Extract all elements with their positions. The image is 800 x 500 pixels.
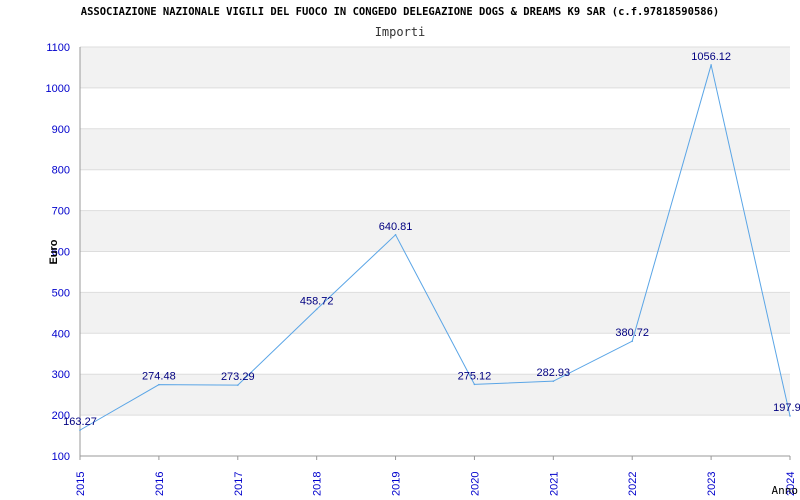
x-axis-label: Anno xyxy=(772,484,799,497)
data-label: 197.98 xyxy=(773,402,800,414)
grid-band xyxy=(80,415,790,456)
x-tick-label: 2022 xyxy=(627,472,639,496)
grid-band xyxy=(80,374,790,416)
data-point xyxy=(158,383,160,386)
y-tick-label: 500 xyxy=(52,287,70,299)
data-label: 273.29 xyxy=(221,371,255,383)
data-label: 274.48 xyxy=(142,371,176,383)
y-tick-label: 800 xyxy=(52,165,70,177)
y-tick-label: 100 xyxy=(52,451,70,463)
data-label: 282.93 xyxy=(537,367,571,379)
y-tick-label: 700 xyxy=(52,206,70,218)
data-point xyxy=(710,64,712,66)
x-tick-label: 2017 xyxy=(233,472,245,496)
data-label: 380.72 xyxy=(615,327,649,339)
data-point xyxy=(631,340,634,342)
line-chart: 10020030040050060070080090010001100 2015… xyxy=(46,42,800,497)
x-tick-label: 2020 xyxy=(469,472,481,496)
data-point xyxy=(315,308,318,311)
data-label: 275.12 xyxy=(458,370,492,382)
data-label: 163.27 xyxy=(63,416,97,428)
data-point xyxy=(789,415,791,417)
grid-band xyxy=(80,128,790,170)
data-label: 458.72 xyxy=(300,295,334,307)
y-tick-label: 1000 xyxy=(46,83,70,95)
y-tick-label: 300 xyxy=(52,369,70,381)
grid-band xyxy=(80,87,790,129)
grid-band xyxy=(80,47,790,88)
data-label: 1056.12 xyxy=(691,51,731,63)
data-point xyxy=(552,380,555,382)
grid-band xyxy=(80,251,790,293)
grid-band xyxy=(80,292,790,334)
x-tick-label: 2018 xyxy=(312,472,324,496)
x-tick-label: 2019 xyxy=(391,472,403,496)
data-point xyxy=(473,383,476,386)
x-tick-label: 2016 xyxy=(154,472,166,496)
x-tick-label: 2015 xyxy=(75,472,87,496)
x-tick-labels: 2015 2016 2017 2018 2019 2020 2021 2022 2023 2024 xyxy=(75,472,797,496)
x-tick-label: 2021 xyxy=(548,472,560,496)
data-label: 640.81 xyxy=(379,221,413,233)
grid-bands xyxy=(80,46,790,457)
y-tick-label: 1100 xyxy=(46,42,70,54)
grid-band xyxy=(80,210,790,252)
data-point xyxy=(236,384,239,386)
data-point xyxy=(79,429,81,431)
x-tick-label: 2023 xyxy=(706,472,718,496)
y-axis-label: Euro xyxy=(48,239,60,264)
grid-band xyxy=(80,333,790,375)
y-tick-label: 900 xyxy=(52,124,70,136)
data-point xyxy=(394,234,397,236)
grid-band xyxy=(80,169,790,211)
y-tick-label: 400 xyxy=(52,328,70,340)
